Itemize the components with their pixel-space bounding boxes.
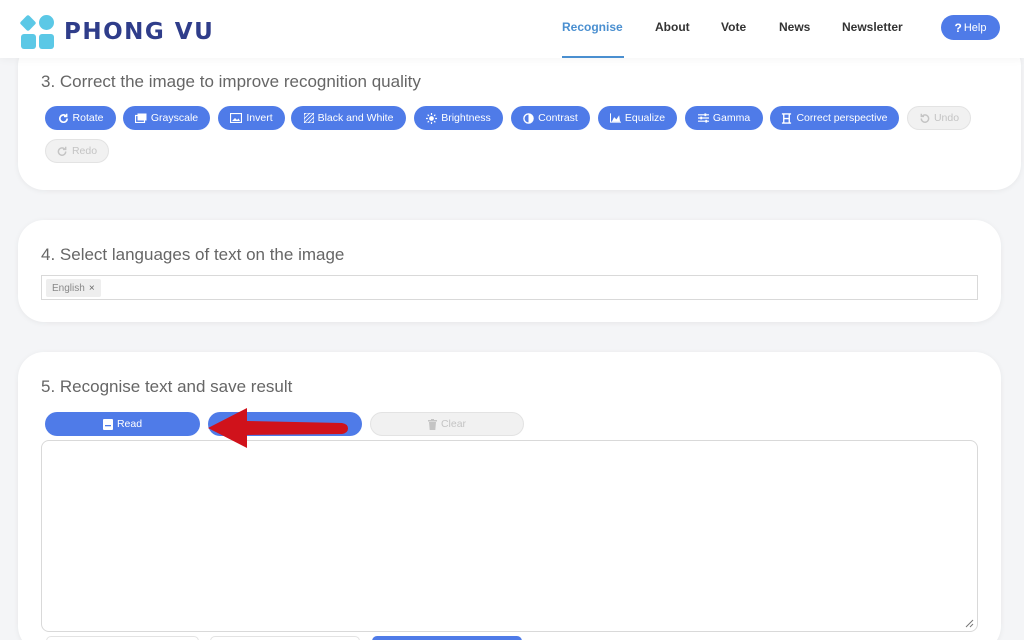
gamma-button[interactable]: Gamma: [685, 106, 763, 130]
grayscale-button[interactable]: Grayscale: [123, 106, 210, 130]
contrast-button[interactable]: Contrast: [511, 106, 590, 130]
equalize-button[interactable]: Equalize: [598, 106, 677, 130]
correct-perspective-button[interactable]: Correct perspective: [770, 106, 899, 130]
invert-button[interactable]: Invert: [218, 106, 285, 130]
remove-tag-icon[interactable]: ×: [89, 283, 95, 294]
resize-handle-icon[interactable]: [965, 619, 974, 628]
black-white-label: Black and White: [317, 112, 394, 124]
section-select-languages: 4. Select languages of text on the image…: [18, 220, 1001, 322]
gamma-icon: [697, 113, 709, 123]
undo-button[interactable]: Undo: [907, 106, 971, 130]
bottom-button-2[interactable]: [210, 636, 360, 640]
black-white-icon: [303, 113, 314, 123]
undo-label: Undo: [933, 112, 960, 124]
trash-icon: [427, 418, 437, 430]
nav-vote[interactable]: Vote: [721, 20, 746, 34]
clear-label: Clear: [440, 418, 467, 430]
section-5-title: 5. Recognise text and save result: [41, 377, 293, 396]
language-tag-label: English: [52, 282, 85, 294]
clear-button[interactable]: Clear: [370, 412, 524, 436]
result-textarea[interactable]: [41, 440, 978, 632]
bottom-button-3[interactable]: [372, 636, 522, 640]
black-white-button[interactable]: Black and White: [291, 106, 406, 130]
help-label: Help: [963, 21, 987, 34]
undo-icon: [920, 113, 930, 123]
equalize-label: Equalize: [624, 112, 666, 124]
redo-label: Redo: [71, 145, 98, 157]
logo-mark-icon: [19, 14, 58, 50]
language-tag-english: English ×: [46, 279, 101, 297]
section-4-title: 4. Select languages of text on the image: [41, 245, 345, 264]
section-recognise-text: 5. Recognise text and save result Read C…: [18, 352, 1001, 640]
grayscale-label: Grayscale: [150, 112, 199, 124]
nav-newsletter[interactable]: Newsletter: [842, 20, 903, 34]
language-select[interactable]: English ×: [41, 275, 978, 300]
invert-label: Invert: [246, 112, 273, 124]
correct-perspective-label: Correct perspective: [796, 112, 888, 124]
brightness-label: Brightness: [441, 112, 491, 124]
perspective-icon: [782, 112, 792, 124]
contrast-icon: [523, 112, 534, 124]
logo[interactable]: PHONG VU: [19, 14, 215, 50]
bottom-button-1[interactable]: [46, 636, 199, 640]
logo-text: PHONG VU: [64, 19, 215, 45]
red-arrow-annotation-icon: [208, 408, 348, 448]
equalize-icon: [609, 113, 621, 123]
redo-button[interactable]: Redo: [45, 139, 109, 163]
brightness-icon: [426, 112, 438, 124]
section-3-title: 3. Correct the image to improve recognit…: [41, 72, 421, 91]
rotate-label: Rotate: [72, 112, 104, 124]
help-button[interactable]: ? Help: [941, 15, 1000, 40]
grayscale-icon: [134, 113, 147, 123]
top-navbar: PHONG VU Recognise About Vote News Newsl…: [0, 0, 1024, 58]
read-label: Read: [116, 418, 143, 430]
section-correct-image: 3. Correct the image to improve recognit…: [18, 40, 1021, 190]
gamma-label: Gamma: [712, 112, 751, 124]
nav-about[interactable]: About: [655, 20, 690, 34]
rotate-button[interactable]: Rotate: [45, 106, 116, 130]
contrast-label: Contrast: [538, 112, 578, 124]
nav-news[interactable]: News: [779, 20, 810, 34]
nav-active-underline: [562, 56, 624, 58]
redo-icon: [57, 146, 67, 156]
brightness-button[interactable]: Brightness: [414, 106, 503, 130]
read-button[interactable]: Read: [45, 412, 200, 436]
nav-recognise[interactable]: Recognise: [562, 20, 623, 34]
read-icon: [102, 418, 113, 430]
rotate-icon: [58, 113, 68, 123]
invert-icon: [230, 113, 243, 123]
question-icon: ?: [954, 20, 962, 35]
